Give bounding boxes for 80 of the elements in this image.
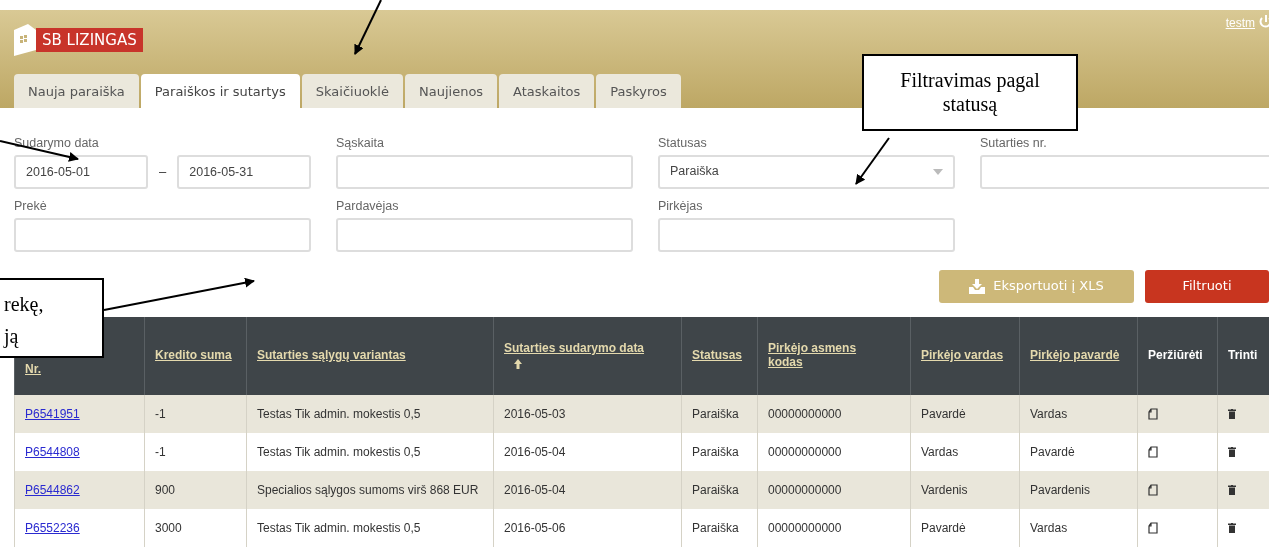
sort-link[interactable]: Kredito suma: [155, 348, 232, 363]
download-icon: [969, 278, 986, 294]
table-cell: 00000000000: [768, 482, 842, 497]
trash-icon[interactable]: [1228, 447, 1236, 458]
field-label: Pirkėjas: [658, 197, 704, 215]
table-cell: Vardas: [921, 444, 959, 459]
sort-link[interactable]: Pirkėjo pavardė: [1030, 348, 1120, 363]
sort-link[interactable]: Pirkėjo vardas: [921, 348, 1004, 363]
table-cell: 2016-05-03: [504, 406, 566, 421]
annotation-callout: rekę, ją: [0, 278, 104, 358]
contract-link[interactable]: P6544862: [25, 482, 80, 497]
table-cell: 00000000000: [768, 444, 842, 459]
annotation-arrow: [855, 137, 890, 185]
sort-link[interactable]: Nr.: [25, 362, 41, 377]
field-label: Sudarymo data: [14, 135, 100, 152]
column-header: Trinti: [1228, 348, 1258, 363]
text-field[interactable]: [336, 217, 633, 252]
field-label: Prekė: [14, 197, 48, 215]
tab[interactable]: Nauja paraiška: [14, 73, 139, 108]
date-field[interactable]: 2016-05-01: [14, 154, 148, 189]
filter-button[interactable]: Filtruoti: [1145, 269, 1269, 303]
sort-link[interactable]: Statusas: [692, 348, 743, 363]
tab[interactable]: Paskyros: [596, 73, 681, 108]
document-icon[interactable]: [1148, 408, 1158, 421]
table-cell: Testas Tik admin. mokestis 0,5: [257, 520, 421, 535]
table-cell: Testas Tik admin. mokestis 0,5: [257, 406, 421, 421]
logo-icon: [14, 24, 36, 56]
table-cell: 2016-05-04: [504, 482, 566, 497]
contract-link[interactable]: P6552236: [25, 520, 80, 535]
text-field[interactable]: [336, 154, 633, 189]
tab[interactable]: Ataskaitos: [499, 73, 595, 108]
document-icon[interactable]: [1148, 446, 1158, 459]
text-field[interactable]: [658, 217, 955, 252]
sort-link[interactable]: Sutarties sąlygų variantas: [257, 348, 406, 363]
table-cell: 3000: [155, 520, 182, 535]
table-cell: Paraiška: [692, 482, 739, 497]
table-cell: 00000000000: [768, 520, 842, 535]
field-label: Pardavėjas: [336, 197, 400, 215]
table-cell: Vardas: [1030, 520, 1068, 535]
annotation-callout: Filtravimas pagal statusą: [862, 54, 1078, 131]
field-label: Sutarties nr.: [980, 135, 1048, 152]
trash-icon[interactable]: [1228, 523, 1236, 534]
status-dropdown[interactable]: Paraiška: [658, 154, 955, 189]
text-field[interactable]: [980, 154, 1269, 189]
table-cell: Pavardenis: [1030, 482, 1091, 497]
document-icon[interactable]: [1148, 522, 1158, 535]
contract-link[interactable]: P6544808: [25, 444, 80, 459]
trash-icon[interactable]: [1228, 409, 1236, 420]
tab[interactable]: Paraiškos ir sutartys: [140, 73, 300, 108]
table-cell: Paraiška: [692, 520, 739, 535]
caret-icon: [933, 168, 943, 175]
table-cell: -1: [155, 444, 166, 459]
field-label: Sąskaita: [336, 135, 385, 152]
tab[interactable]: Naujienos: [405, 73, 498, 108]
sort-link[interactable]: Sutarties sudarymo data: [504, 342, 645, 356]
date-field[interactable]: 2016-05-31: [177, 154, 312, 189]
tab[interactable]: Skaičiuoklė: [301, 73, 403, 108]
trash-icon[interactable]: [1228, 485, 1236, 496]
table-cell: Vardas: [1030, 406, 1068, 421]
table-cell: Pavardė: [921, 520, 966, 535]
text-field[interactable]: [14, 217, 311, 252]
range-separator: –: [159, 163, 167, 181]
table-cell: Vardenis: [921, 482, 968, 497]
table-cell: Paraiška: [692, 444, 739, 459]
table-cell: Testas Tik admin. mokestis 0,5: [257, 444, 421, 459]
table-cell: 00000000000: [768, 406, 842, 421]
logo-text: SB LIZINGAS: [36, 28, 143, 52]
contract-link[interactable]: P6541951: [25, 406, 80, 421]
table-cell: Specialios sąlygos sumoms virš 868 EUR: [257, 482, 479, 497]
column-header: Peržiūrėti: [1148, 348, 1203, 363]
table-cell: 2016-05-06: [504, 520, 566, 535]
annotation-arrow: [354, 0, 382, 55]
document-icon[interactable]: [1148, 484, 1158, 497]
table-cell: 2016-05-04: [504, 444, 566, 459]
table-cell: -1: [155, 406, 166, 421]
table-cell: Paraiška: [692, 406, 739, 421]
field-label: Statusas: [658, 135, 708, 152]
table-cell: Pavardė: [1030, 444, 1075, 459]
table-cell: Pavardė: [921, 406, 966, 421]
table-cell: 900: [155, 482, 176, 497]
